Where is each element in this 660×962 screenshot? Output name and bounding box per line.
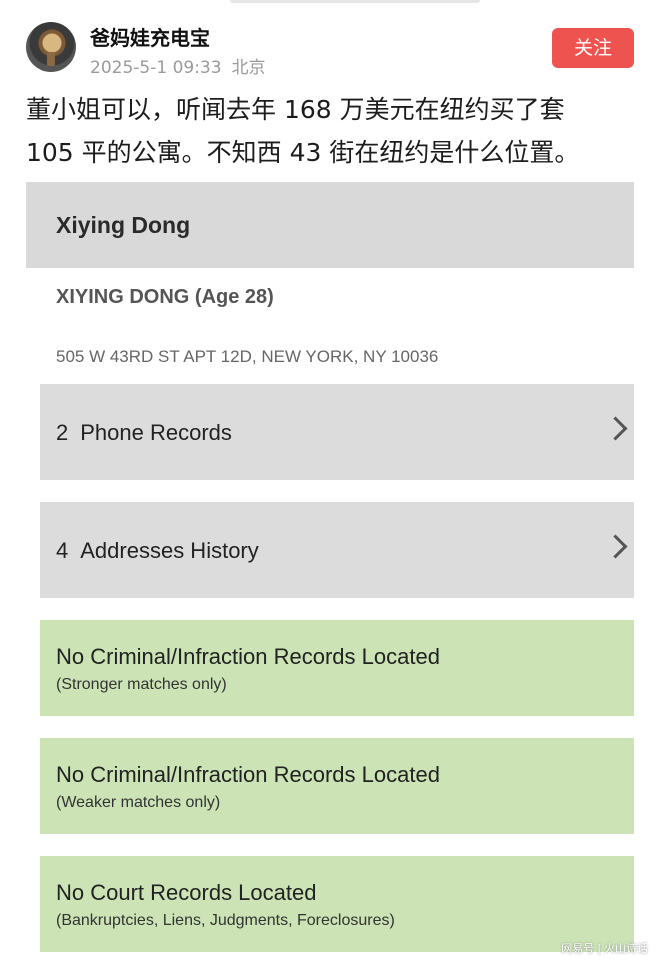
chevron-right-icon [603,534,628,559]
status-title: No Criminal/Infraction Records Located [56,762,440,787]
status-court-records: No Court Records Located (Bankruptcies, … [40,856,634,952]
row-count: 4 [56,538,69,563]
status-subtitle: (Bankruptcies, Liens, Judgments, Foreclo… [56,912,395,929]
row-text: Addresses History [80,538,259,563]
status-criminal-weaker: No Criminal/Infraction Records Located (… [40,738,634,834]
avatar[interactable] [26,22,76,72]
addresses-history-row[interactable]: 4 Addresses History [40,502,634,598]
post-text-line: 董小姐可以，听闻去年 168 万美元在纽约买了套 [26,95,565,124]
watermark-right: 火山诗话 [604,942,648,955]
follow-button[interactable]: 关注 [552,28,634,68]
status-title: No Court Records Located [56,880,317,905]
post-text-line: 105 平的公寓。不知西 43 街在纽约是什么位置。 [26,138,580,167]
location: 北京 [231,58,266,78]
timestamp: 2025-5-1 09:33 [90,58,222,78]
phone-records-row[interactable]: 2 Phone Records [40,384,634,480]
status-subtitle: (Stronger matches only) [56,676,227,693]
record-card: Xiying Dong XIYING DONG (Age 28) 505 W 4… [26,182,634,962]
row-count: 2 [56,420,69,445]
person-name: XIYING DONG (Age 28) [56,286,274,308]
row-label: 4 Addresses History [56,538,259,564]
watermark-left: 网易号 [561,942,595,955]
username[interactable]: 爸妈娃充电宝 [90,22,210,51]
status-title: No Criminal/Infraction Records Located [56,644,440,669]
post-header: 爸妈娃充电宝 2025-5-1 09:33 北京 关注 [0,0,660,84]
row-text: Phone Records [80,420,232,445]
row-label: 2 Phone Records [56,420,232,446]
watermark: 网易号 | 火山诗话 [561,942,648,955]
status-subtitle: (Weaker matches only) [56,794,221,811]
post-text: 董小姐可以，听闻去年 168 万美元在纽约买了套 105 平的公寓。不知西 43… [26,88,646,174]
chevron-right-icon [603,416,628,441]
post-meta: 2025-5-1 09:33 北京 [90,53,266,78]
record-header: Xiying Dong [26,182,634,268]
status-criminal-stronger: No Criminal/Infraction Records Located (… [40,620,634,716]
record-header-name: Xiying Dong [56,212,191,238]
person-address: 505 W 43RD ST APT 12D, NEW YORK, NY 1003… [56,347,439,366]
